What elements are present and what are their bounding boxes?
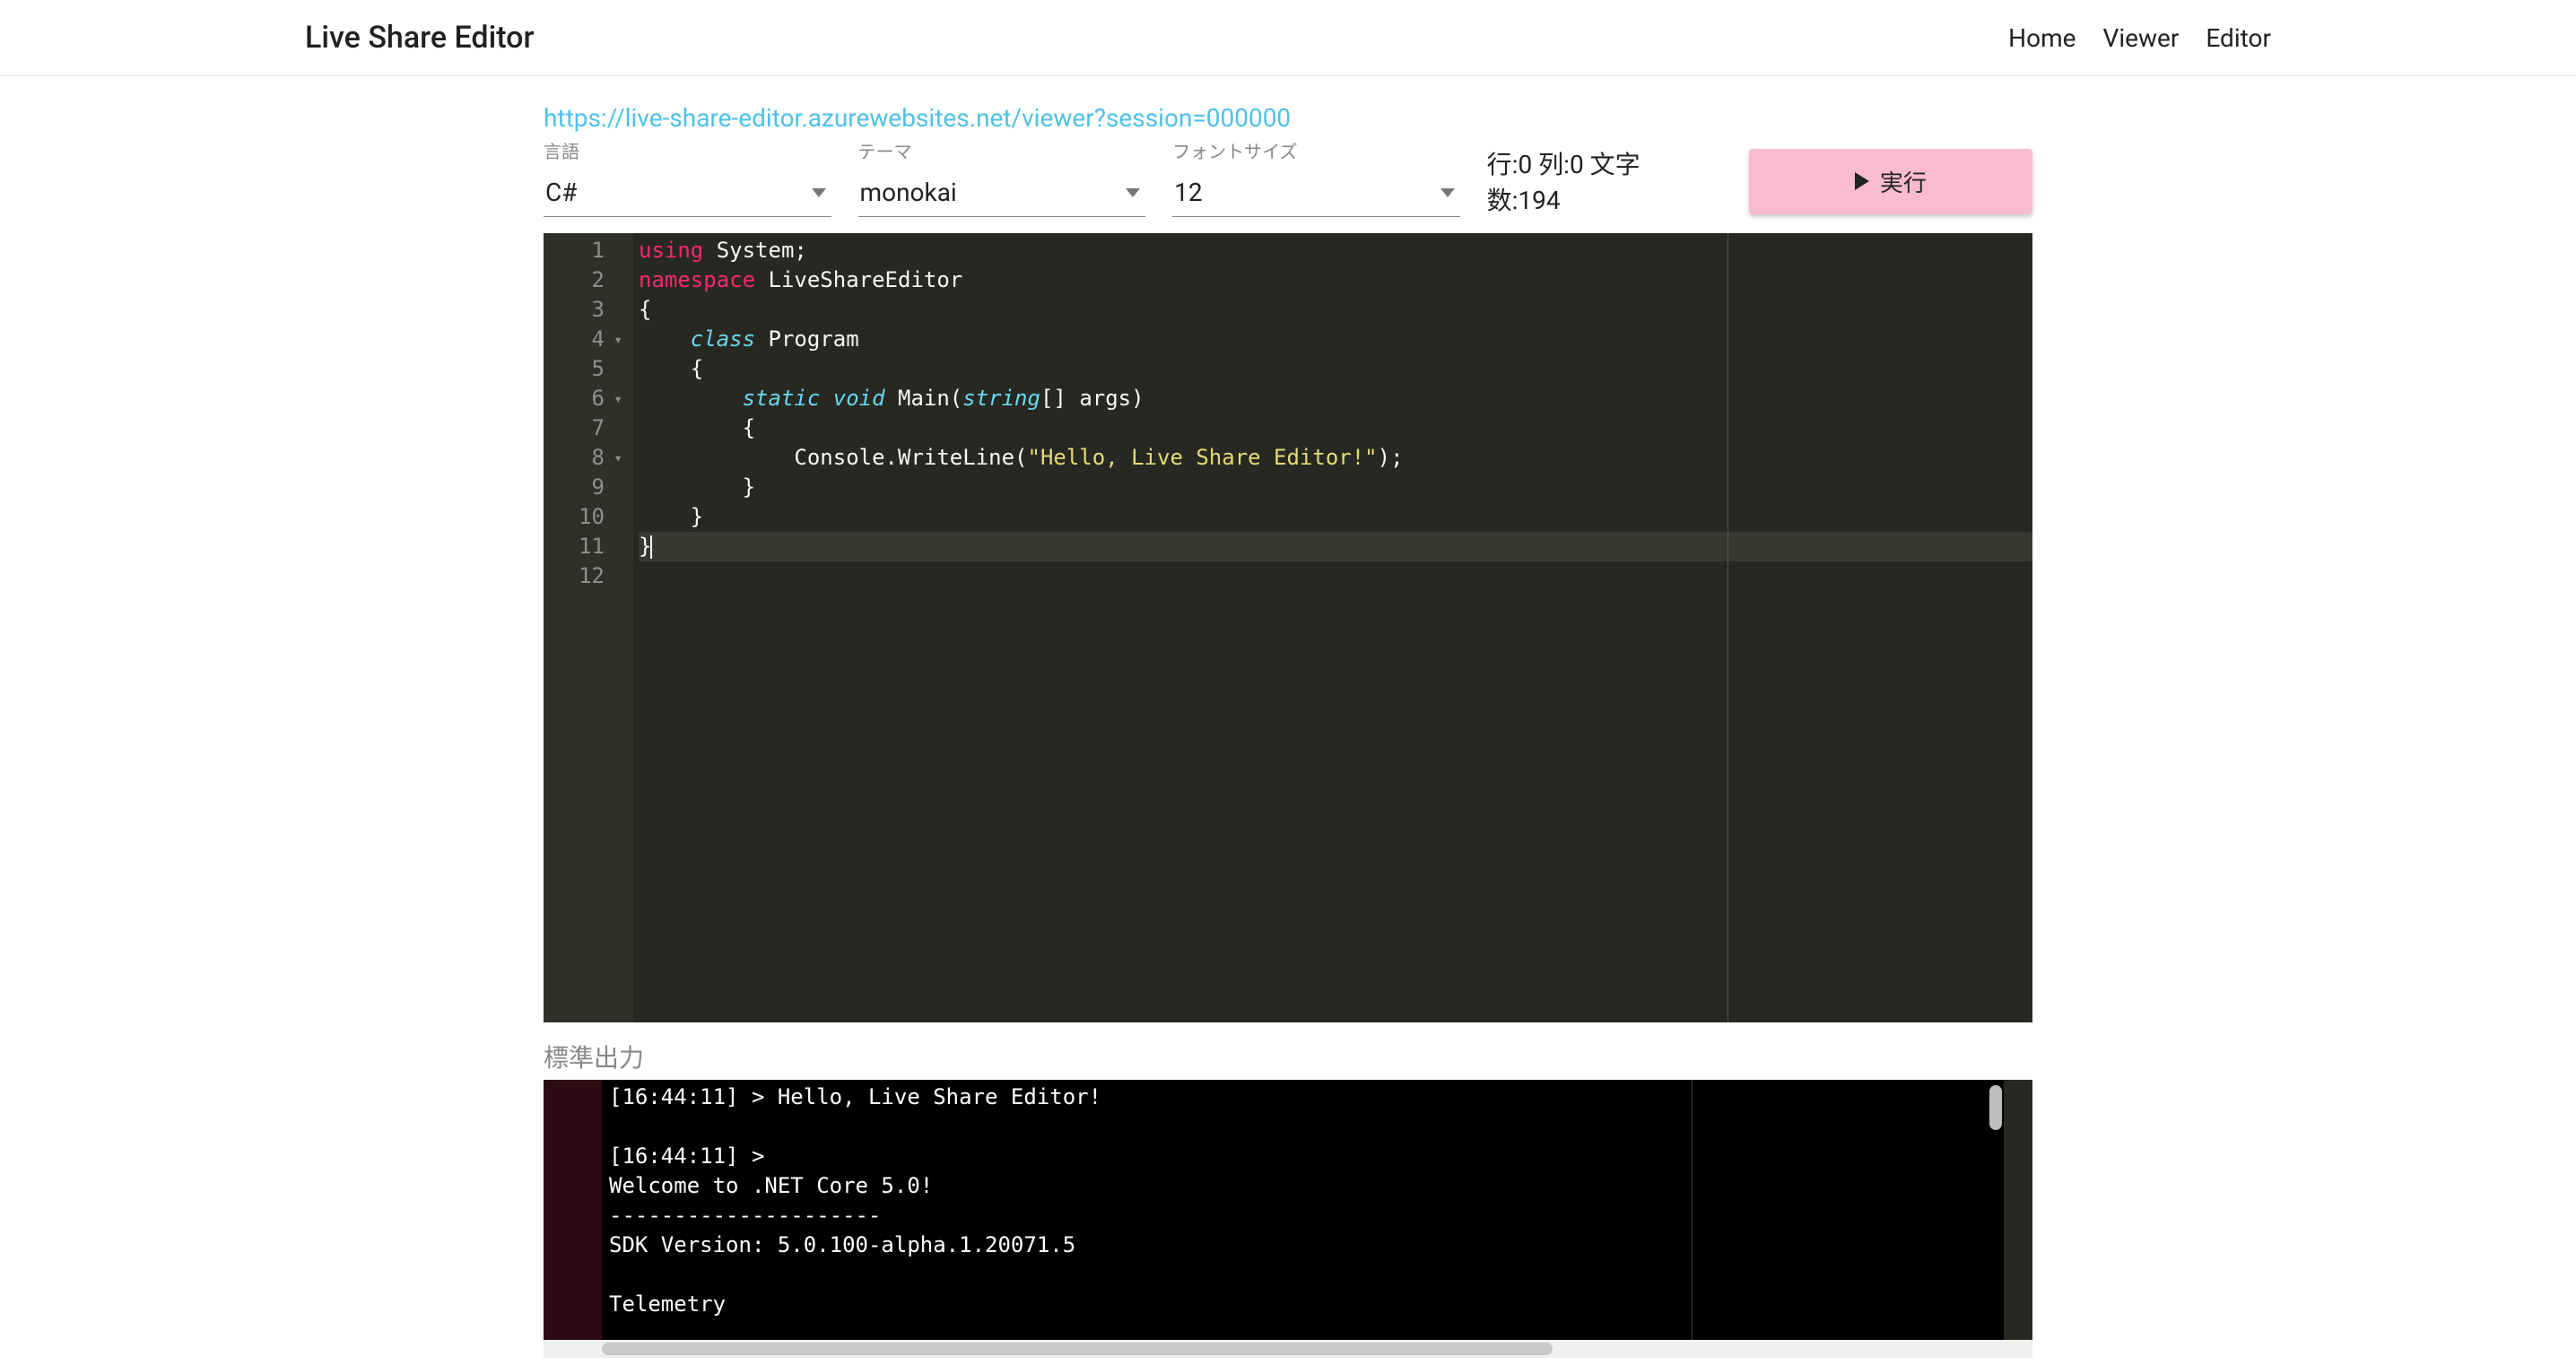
gutter-line: 6 bbox=[544, 384, 628, 413]
theme-label: テーマ bbox=[858, 137, 1146, 163]
code-line[interactable]: } bbox=[639, 473, 2032, 502]
chevron-down-icon bbox=[1440, 188, 1455, 197]
language-select[interactable]: C# bbox=[544, 165, 831, 217]
output-line: [16:44:11] > bbox=[609, 1142, 1997, 1171]
brand-title: Live Share Editor bbox=[305, 20, 534, 56]
gutter-line: 1 bbox=[544, 236, 628, 265]
nav: Home Viewer Editor bbox=[2008, 23, 2271, 53]
nav-home[interactable]: Home bbox=[2008, 23, 2076, 53]
gutter-line: 4 bbox=[544, 325, 628, 354]
gutter-line: 9 bbox=[544, 473, 628, 502]
main-container: https://live-share-editor.azurewebsites.… bbox=[239, 76, 2337, 1358]
output-vscroll-handle[interactable] bbox=[1989, 1085, 2002, 1130]
gutter-line: 11 bbox=[544, 532, 628, 561]
code-line[interactable]: { bbox=[639, 295, 2032, 325]
code-line[interactable]: class Program bbox=[639, 325, 2032, 354]
output-hscroll-track[interactable] bbox=[544, 1340, 2032, 1358]
gutter-line: 3 bbox=[544, 295, 628, 325]
code-line[interactable]: namespace LiveShareEditor bbox=[639, 265, 2032, 295]
gutter-line: 5 bbox=[544, 354, 628, 384]
output-panel: [16:44:11] > Hello, Live Share Editor! [… bbox=[544, 1080, 2032, 1340]
cursor-status: 行:0 列:0 文字数:194 bbox=[1487, 136, 1686, 217]
output-line bbox=[609, 1260, 1997, 1290]
theme-value: monokai bbox=[860, 178, 957, 207]
code-line[interactable]: } bbox=[639, 502, 2032, 532]
share-url-link[interactable]: https://live-share-editor.azurewebsites.… bbox=[544, 103, 1291, 133]
language-select-group: 言語 C# bbox=[544, 137, 831, 217]
run-button-label: 実行 bbox=[1880, 165, 1927, 198]
nav-viewer[interactable]: Viewer bbox=[2103, 23, 2180, 53]
code-line[interactable]: { bbox=[639, 354, 2032, 384]
code-line[interactable]: { bbox=[639, 413, 2032, 443]
code-line[interactable]: Console.WriteLine("Hello, Live Share Edi… bbox=[639, 443, 2032, 473]
editor-cursor bbox=[650, 535, 652, 559]
gutter-line: 7 bbox=[544, 413, 628, 443]
output-gutter bbox=[544, 1080, 602, 1340]
output-line: --------------------- bbox=[609, 1201, 1997, 1230]
gutter-line: 10 bbox=[544, 502, 628, 532]
run-button[interactable]: 実行 bbox=[1749, 149, 2032, 214]
theme-select[interactable]: monokai bbox=[858, 165, 1146, 217]
play-icon bbox=[1855, 172, 1869, 190]
code-line[interactable]: using System; bbox=[639, 236, 2032, 265]
gutter-line: 12 bbox=[544, 561, 628, 591]
output-label: 標準出力 bbox=[544, 1039, 2032, 1074]
output-line: [16:44:11] > Hello, Live Share Editor! bbox=[609, 1082, 1997, 1112]
fontsize-value: 12 bbox=[1174, 178, 1202, 207]
code-line[interactable]: static void Main(string[] args) bbox=[639, 384, 2032, 413]
fontsize-select[interactable]: 12 bbox=[1172, 165, 1460, 217]
editor-gutter: 123456789101112 bbox=[544, 233, 633, 1022]
output-line: SDK Version: 5.0.100-alpha.1.20071.5 bbox=[609, 1230, 1997, 1260]
controls-row: 言語 C# テーマ monokai フォントサイズ 12 行:0 列:0 bbox=[544, 136, 2032, 217]
gutter-line: 2 bbox=[544, 265, 628, 295]
gutter-line: 8 bbox=[544, 443, 628, 473]
theme-select-group: テーマ monokai bbox=[858, 137, 1146, 217]
output-hscroll-handle[interactable] bbox=[602, 1343, 1553, 1355]
chevron-down-icon bbox=[1126, 188, 1140, 197]
code-line[interactable]: } bbox=[639, 532, 2032, 561]
language-label: 言語 bbox=[544, 137, 831, 163]
output-line: Welcome to .NET Core 5.0! bbox=[609, 1171, 1997, 1201]
language-value: C# bbox=[545, 178, 577, 207]
chevron-down-icon bbox=[812, 188, 826, 197]
output-right-cap bbox=[2004, 1080, 2032, 1340]
header-bar: Live Share Editor Home Viewer Editor bbox=[0, 0, 2576, 76]
fontsize-select-group: フォントサイズ 12 bbox=[1172, 137, 1460, 217]
output-line: Telemetry bbox=[609, 1290, 1997, 1319]
code-editor[interactable]: 123456789101112 using System;namespace L… bbox=[544, 233, 2032, 1022]
output-text[interactable]: [16:44:11] > Hello, Live Share Editor! [… bbox=[602, 1080, 2004, 1340]
editor-code[interactable]: using System;namespace LiveShareEditor{ … bbox=[633, 233, 2032, 561]
output-line bbox=[609, 1112, 1997, 1142]
fontsize-label: フォントサイズ bbox=[1172, 137, 1460, 163]
nav-editor[interactable]: Editor bbox=[2206, 23, 2271, 53]
